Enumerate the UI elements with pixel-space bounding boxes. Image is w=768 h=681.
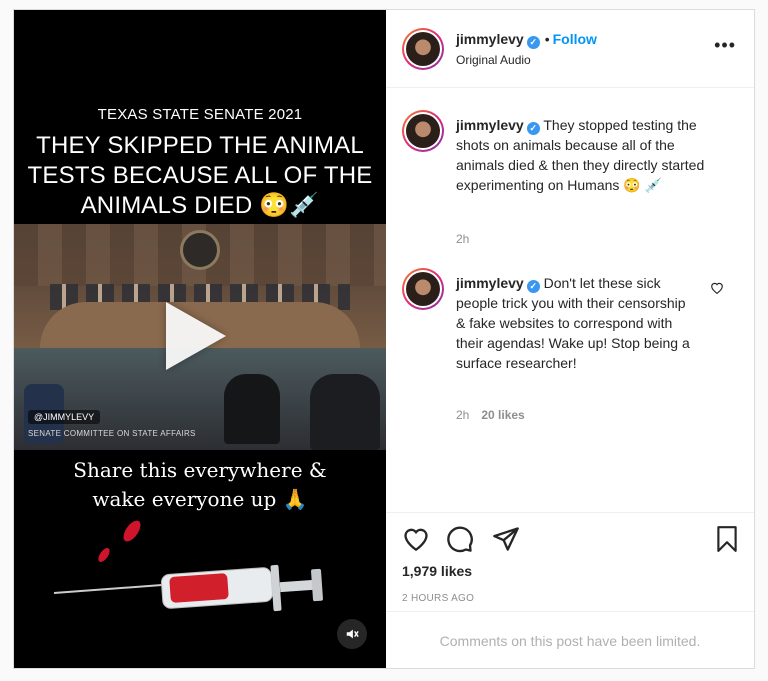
post-sidebar: jimmylevy ✓ • Follow Original Audio ••• jim… bbox=[386, 10, 754, 668]
likes-count[interactable]: 1,979 likes bbox=[402, 563, 472, 579]
share-icon[interactable] bbox=[492, 525, 520, 553]
audio-link[interactable]: Original Audio bbox=[456, 53, 531, 67]
heart-icon[interactable] bbox=[402, 525, 430, 551]
action-bar: 1,979 likes 2 HOURS AGO Comments on this… bbox=[386, 512, 754, 669]
comment-text: jimmylevy ✓ They stopped testing the shot… bbox=[456, 115, 724, 195]
witness-silhouette bbox=[310, 374, 380, 450]
share-caption: Share this everywhere & wake everyone up… bbox=[14, 456, 386, 514]
headline-line: TESTS BECAUSE ALL OF THE bbox=[27, 162, 373, 189]
play-icon[interactable] bbox=[166, 302, 226, 370]
comment-icon[interactable] bbox=[446, 525, 474, 553]
follow-button[interactable]: Follow bbox=[553, 31, 597, 47]
verified-badge-icon: ✓ bbox=[526, 36, 540, 49]
verified-badge-icon: ✓ bbox=[526, 122, 540, 135]
comment-time[interactable]: 2h bbox=[456, 232, 469, 246]
bookmark-icon[interactable] bbox=[714, 525, 740, 553]
comment-likes[interactable]: 20 likes bbox=[481, 408, 524, 422]
comment-time[interactable]: 2h bbox=[456, 408, 469, 422]
separator-dot: • bbox=[544, 31, 550, 47]
state-seal bbox=[180, 230, 220, 270]
post-timestamp[interactable]: 2 HOURS AGO bbox=[402, 593, 474, 604]
committee-lower-third: SENATE COMMITTEE ON STATE AFFAIRS bbox=[28, 429, 196, 438]
post-card: TEXAS STATE SENATE 2021 THEY SKIPPED THE… bbox=[13, 9, 755, 669]
username-link[interactable]: jimmylevy bbox=[456, 31, 524, 47]
video-watermark: @JIMMYLEVY bbox=[28, 410, 101, 424]
post-header: jimmylevy ✓ • Follow Original Audio ••• bbox=[386, 10, 754, 88]
witness-silhouette bbox=[224, 374, 280, 444]
syringe-icon bbox=[53, 520, 323, 612]
video-caption: TEXAS STATE SENATE 2021 THEY SKIPPED THE… bbox=[14, 106, 386, 221]
avatar[interactable] bbox=[402, 268, 444, 310]
verified-badge-icon: ✓ bbox=[526, 280, 540, 293]
video-headline: THEY SKIPPED THE ANIMAL TESTS BECAUSE AL… bbox=[14, 131, 386, 221]
avatar[interactable] bbox=[402, 28, 444, 70]
video-player[interactable]: TEXAS STATE SENATE 2021 THEY SKIPPED THE… bbox=[14, 10, 386, 668]
comment-text: jimmylevy ✓ Don't let these sick people t… bbox=[456, 273, 692, 373]
headline-line: ANIMALS DIED 😳💉 bbox=[80, 192, 320, 219]
speaker-muted-icon bbox=[346, 629, 359, 639]
like-comment-heart-icon[interactable] bbox=[710, 281, 724, 294]
share-line: Share this everywhere & bbox=[73, 458, 327, 482]
mute-button[interactable] bbox=[337, 619, 367, 649]
comments-limited-notice: Comments on this post have been limited. bbox=[386, 611, 754, 670]
comment-meta: 2h bbox=[456, 232, 469, 246]
header-user: jimmylevy ✓ • Follow bbox=[456, 31, 597, 49]
reply-comment: jimmylevy ✓ Don't let these sick people t… bbox=[386, 268, 754, 428]
comment-meta: 2h 20 likes bbox=[456, 408, 525, 422]
username-link[interactable]: jimmylevy bbox=[456, 117, 524, 133]
more-options-icon[interactable]: ••• bbox=[714, 36, 736, 54]
caption-comment: jimmylevy ✓ They stopped testing the shot… bbox=[386, 110, 754, 250]
action-icons bbox=[402, 525, 738, 555]
avatar[interactable] bbox=[402, 110, 444, 152]
share-line: wake everyone up 🙏 bbox=[92, 487, 308, 511]
username-link[interactable]: jimmylevy bbox=[456, 275, 524, 291]
headline-line: THEY SKIPPED THE ANIMAL bbox=[36, 132, 364, 159]
video-kicker: TEXAS STATE SENATE 2021 bbox=[97, 106, 303, 123]
